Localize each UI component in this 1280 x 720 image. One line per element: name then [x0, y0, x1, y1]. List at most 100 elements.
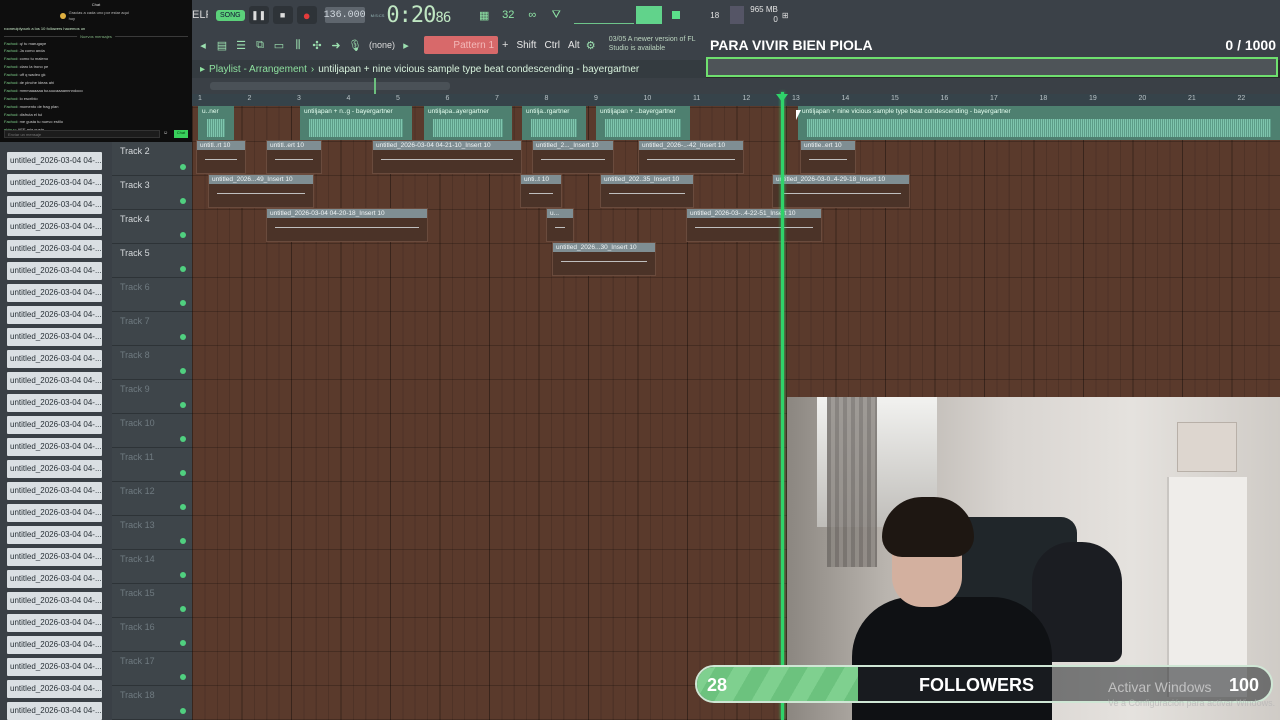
song-mode-toggle[interactable]: SONG	[216, 9, 245, 21]
picker-clip-item[interactable]: untitled_2026-03-04 04-...	[7, 570, 102, 588]
ruler-bar-number[interactable]: 3	[297, 95, 301, 102]
playlist-overview[interactable]	[192, 78, 1280, 94]
ctrl-key[interactable]: Ctrl	[544, 40, 560, 51]
insert-recording-clip[interactable]: untitled_202..35_Insert 10	[600, 174, 694, 208]
chat-username[interactable]: Fachod	[4, 80, 17, 85]
channel-rack-icon[interactable]: ☰	[233, 36, 249, 54]
picker-clip-item[interactable]: untitled_2026-03-04 04-...	[7, 394, 102, 412]
picker-clip-item[interactable]: untitled_2026-03-04 04-...	[7, 372, 102, 390]
ruler-bar-number[interactable]: 12	[743, 95, 751, 102]
chat-username[interactable]: Fachod	[4, 96, 17, 101]
ruler-bar-number[interactable]: 18	[1040, 95, 1048, 102]
insert-recording-clip[interactable]: u...	[546, 208, 574, 242]
ruler-bar-number[interactable]: 8	[545, 95, 549, 102]
insert-recording-clip[interactable]: untitled_2026...30_Insert 10	[552, 242, 656, 276]
playlist-icon[interactable]: ▤	[214, 36, 230, 54]
piano-roll-icon[interactable]: ⧉	[252, 36, 268, 54]
insert-recording-clip[interactable]: unti..t 10	[520, 174, 562, 208]
track-mute-led-icon[interactable]	[180, 300, 186, 306]
insert-recording-clip[interactable]: untitl..rt 10	[196, 140, 246, 174]
audio-clip[interactable]: untiljapa..ayergartner	[424, 106, 512, 140]
audio-clip[interactable]: untiljapan + n..g - bayergartner	[300, 106, 412, 140]
track-header[interactable]: Track 4	[112, 210, 192, 244]
insert-recording-clip[interactable]: untitled_2026-03-04 04-21-10_Insert 10	[372, 140, 522, 174]
insert-recording-clip[interactable]: untitle..ert 10	[800, 140, 856, 174]
track-mute-led-icon[interactable]	[180, 368, 186, 374]
track-mute-led-icon[interactable]	[180, 402, 186, 408]
ruler-bar-number[interactable]: 16	[941, 95, 949, 102]
picker-clip-item[interactable]: untitled_2026-03-04 04-...	[7, 504, 102, 522]
picker-clip-item[interactable]: untitled_2026-03-04 04-...	[7, 592, 102, 610]
chat-username[interactable]: Fachod	[4, 88, 17, 93]
audio-clip[interactable]: untilja..rgartner	[522, 106, 586, 140]
ruler-bar-number[interactable]: 17	[990, 95, 998, 102]
loop-record-icon[interactable]: ∞	[522, 6, 542, 24]
track-mute-led-icon[interactable]	[180, 538, 186, 544]
help-menu[interactable]: ELP	[192, 9, 208, 21]
playhead-marker-icon[interactable]	[776, 94, 788, 102]
news-panel[interactable]: 03/05 A newer version of FL Studio is av…	[609, 36, 699, 54]
track-header[interactable]: Track 15	[112, 584, 192, 618]
track-mute-led-icon[interactable]	[180, 266, 186, 272]
picker-clip-item[interactable]: untitled_2026-03-04 04-...	[7, 526, 102, 544]
picker-clip-item[interactable]: untitled_2026-03-04 04-...	[7, 174, 102, 192]
more-tools-icon[interactable]: ⊞	[782, 11, 789, 20]
track-mute-led-icon[interactable]	[180, 470, 186, 476]
insert-recording-clip[interactable]: untitled_2026-03-0..4-29-18_Insert 10	[772, 174, 910, 208]
picker-clip-item[interactable]: untitled_2026-03-04 04-...	[7, 152, 102, 170]
picker-clip-item[interactable]: untitled_2026-03-04 04-...	[7, 636, 102, 654]
chat-username[interactable]: Fachod	[4, 104, 17, 109]
ruler-bar-number[interactable]: 14	[842, 95, 850, 102]
track-header[interactable]: Track 13	[112, 516, 192, 550]
snap-arrow-icon[interactable]: ▸	[398, 36, 414, 54]
audio-clip[interactable]: untiljapan + nine vicious sample type be…	[798, 106, 1280, 140]
track-mute-led-icon[interactable]	[180, 164, 186, 170]
ruler-bar-number[interactable]: 9	[594, 95, 598, 102]
ruler-bar-number[interactable]: 2	[248, 95, 252, 102]
stop-button[interactable]: ■	[272, 6, 293, 24]
step-edit-icon[interactable]: 32	[498, 6, 518, 24]
picker-clip-item[interactable]: untitled_2026-03-04 04-...	[7, 658, 102, 676]
record-button[interactable]: ●	[296, 6, 317, 24]
overview-scrollbar[interactable]	[210, 82, 450, 90]
picker-clip-item[interactable]: untitled_2026-03-04 04-...	[7, 306, 102, 324]
picker-clip-item[interactable]: untitled_2026-03-04 04-...	[7, 218, 102, 236]
browser-icon[interactable]: ▭	[271, 36, 287, 54]
chat-username[interactable]: Fachod	[4, 56, 17, 61]
track-mute-led-icon[interactable]	[180, 606, 186, 612]
picker-clip-item[interactable]: untitled_2026-03-04 04-...	[7, 284, 102, 302]
picker-clip-item[interactable]: untitled_2026-03-04 04-...	[7, 350, 102, 368]
shift-key[interactable]: Shift	[516, 40, 536, 51]
ruler-bar-number[interactable]: 5	[396, 95, 400, 102]
insert-recording-clip[interactable]: untitled_2026-03-04 04-20-18_Insert 10	[266, 208, 428, 242]
track-header[interactable]: Track 18	[112, 686, 192, 720]
picker-clip-item[interactable]: untitled_2026-03-04 04-...	[7, 548, 102, 566]
picker-clip-item[interactable]: untitled_2026-03-04 04-...	[7, 460, 102, 478]
picker-clip-item[interactable]: untitled_2026-03-04 04-...	[7, 702, 102, 720]
emote-icon[interactable]: ☺	[163, 130, 171, 138]
insert-recording-clip[interactable]: untitl..ert 10	[266, 140, 322, 174]
track-mute-led-icon[interactable]	[180, 708, 186, 714]
pattern-selector[interactable]: Pattern 1	[424, 36, 499, 54]
ruler-bar-number[interactable]: 7	[495, 95, 499, 102]
picker-clip-item[interactable]: untitled_2026-03-04 04-...	[7, 438, 102, 456]
timeline-ruler[interactable]: 1 2 3 4 5 6 7 8 9 10 11 12 13 14 15 16 17 18 19 20 21 22	[192, 94, 1280, 106]
insert-recording-clip[interactable]: untitled_2026-..-42_Insert 10	[638, 140, 744, 174]
next-icon[interactable]: ➜	[328, 36, 344, 54]
ruler-bar-number[interactable]: 13	[792, 95, 800, 102]
track-header[interactable]: Track 10	[112, 414, 192, 448]
track-header[interactable]: Track 11	[112, 448, 192, 482]
ruler-bar-number[interactable]: 15	[891, 95, 899, 102]
insert-recording-clip[interactable]: untitled_2026...49_Insert 10	[208, 174, 314, 208]
arrow-icon[interactable]: ◂	[195, 36, 211, 54]
insert-recording-clip[interactable]: untitled_2..._Insert 10	[532, 140, 614, 174]
track-header[interactable]: Track 14	[112, 550, 192, 584]
tempo-display[interactable]: 136.000	[324, 7, 366, 23]
ruler-bar-number[interactable]: 1	[198, 95, 202, 102]
track-header[interactable]: Track 17	[112, 652, 192, 686]
mixer-icon[interactable]: ⫼	[290, 36, 306, 54]
chat-username[interactable]: Fachod	[4, 72, 17, 77]
picker-clip-item[interactable]: untitled_2026-03-04 04-...	[7, 482, 102, 500]
track-header[interactable]: Track 8	[112, 346, 192, 380]
track-mute-led-icon[interactable]	[180, 232, 186, 238]
